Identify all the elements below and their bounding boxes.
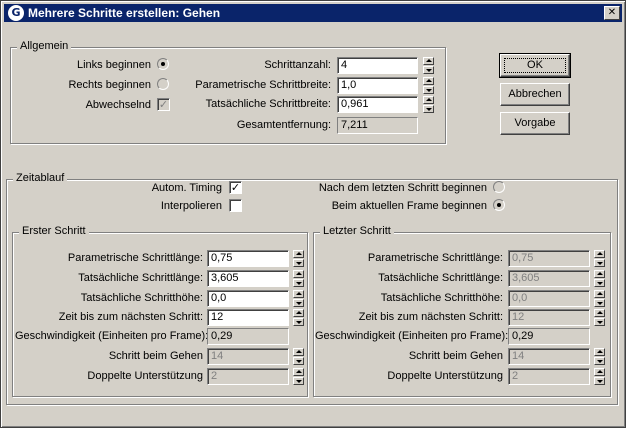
erster-row-spinner[interactable] bbox=[293, 270, 304, 287]
letzter-row-input[interactable]: 2 bbox=[508, 368, 590, 385]
erster-row-label: Doppelte Unterstützung bbox=[87, 370, 203, 382]
erster-row-input[interactable]: 0,75 bbox=[207, 250, 289, 267]
letzter-row-spinner[interactable] bbox=[594, 290, 605, 307]
erster-row-label: Schritt beim Gehen bbox=[108, 350, 203, 362]
title-bar[interactable]: G Mehrere Schritte erstellen: Gehen ✕ bbox=[4, 4, 622, 22]
interpolieren-checkbox[interactable] bbox=[229, 199, 242, 212]
app-icon: G bbox=[8, 5, 24, 21]
erster-row-spinner[interactable] bbox=[293, 368, 304, 385]
param-breite-label: Parametrische Schrittbreite: bbox=[195, 79, 331, 91]
close-icon: ✕ bbox=[607, 7, 617, 18]
schrittanzahl-input[interactable]: 4 bbox=[337, 57, 418, 74]
tats-breite-input[interactable]: 0,961 bbox=[337, 96, 418, 113]
letzter-row-input[interactable]: 14 bbox=[508, 348, 590, 365]
erster-row-input[interactable]: 14 bbox=[207, 348, 289, 365]
erster-row-label: Zeit bis zum nächsten Schritt: bbox=[58, 311, 203, 323]
letzter-row-label: Tatsächliche Schrittlänge: bbox=[378, 272, 503, 284]
tats-breite-label: Tatsächliche Schrittbreite: bbox=[205, 98, 331, 110]
letzter-row-spinner[interactable] bbox=[594, 309, 605, 326]
erster-row-spinner[interactable] bbox=[293, 309, 304, 326]
erster-row-spinner[interactable] bbox=[293, 348, 304, 365]
abbrechen-button[interactable]: Abbrechen bbox=[500, 83, 570, 106]
abwechselnd-label: Abwechselnd bbox=[85, 99, 151, 111]
auto-timing-label: Autom. Timing bbox=[151, 182, 222, 194]
abwechselnd-checkbox[interactable]: ✓ bbox=[157, 98, 170, 111]
gesamtentfernung-value: 7,211 bbox=[337, 117, 418, 134]
letzter-row-label: Doppelte Unterstützung bbox=[387, 370, 503, 382]
erster-row-label: Geschwindigkeit (Einheiten pro Frame): bbox=[15, 330, 209, 342]
nach-letzten-radio[interactable] bbox=[493, 181, 505, 193]
letzter-row-label: Geschwindigkeit (Einheiten pro Frame): bbox=[315, 330, 509, 342]
letzter-row-label: Parametrische Schrittlänge: bbox=[367, 252, 503, 264]
letzter-geschwindigkeit-value: 0,29 bbox=[508, 328, 590, 345]
erster-row-spinner[interactable] bbox=[293, 290, 304, 307]
erster-geschwindigkeit-value: 0,29 bbox=[207, 328, 289, 345]
gesamtentfernung-label: Gesamtentfernung: bbox=[236, 119, 331, 131]
erster-row-input[interactable]: 12 bbox=[207, 309, 289, 326]
close-button[interactable]: ✕ bbox=[604, 6, 620, 20]
links-beginnen-label: Links beginnen bbox=[76, 59, 151, 71]
erster-row-input[interactable]: 0,0 bbox=[207, 290, 289, 307]
rechts-beginnen-radio[interactable] bbox=[157, 78, 169, 90]
auto-timing-checkbox[interactable]: ✓ bbox=[229, 181, 242, 194]
allgemein-group-label: Allgemein bbox=[17, 40, 72, 52]
aktuellen-frame-radio[interactable] bbox=[493, 199, 505, 211]
dialog-window: G Mehrere Schritte erstellen: Gehen ✕ Al… bbox=[0, 0, 626, 428]
erster-schritt-label: Erster Schritt bbox=[19, 225, 89, 237]
vorgabe-button[interactable]: Vorgabe bbox=[500, 112, 570, 135]
letzter-schritt-label: Letzter Schritt bbox=[320, 225, 394, 237]
erster-row-label: Tatsächliche Schritthöhe: bbox=[80, 292, 203, 304]
erster-row-label: Parametrische Schrittlänge: bbox=[67, 252, 203, 264]
letzter-row-input[interactable]: 0,0 bbox=[508, 290, 590, 307]
letzter-row-label: Tatsächliche Schritthöhe: bbox=[380, 292, 503, 304]
interpolieren-label: Interpolieren bbox=[160, 200, 222, 212]
erster-row-input[interactable]: 2 bbox=[207, 368, 289, 385]
zeitablauf-group-label: Zeitablauf bbox=[13, 172, 68, 184]
links-beginnen-radio[interactable] bbox=[157, 58, 169, 70]
letzter-row-input[interactable]: 12 bbox=[508, 309, 590, 326]
window-title: Mehrere Schritte erstellen: Gehen bbox=[28, 6, 221, 20]
letzter-row-spinner[interactable] bbox=[594, 270, 605, 287]
tats-breite-spinner[interactable] bbox=[423, 96, 434, 113]
ok-button[interactable]: OK bbox=[499, 53, 571, 78]
erster-row-spinner[interactable] bbox=[293, 250, 304, 267]
letzter-row-spinner[interactable] bbox=[594, 250, 605, 267]
letzter-row-input[interactable]: 3,605 bbox=[508, 270, 590, 287]
param-breite-spinner[interactable] bbox=[423, 77, 434, 94]
letzter-row-spinner[interactable] bbox=[594, 348, 605, 365]
schrittanzahl-label: Schrittanzahl: bbox=[264, 59, 331, 71]
erster-row-label: Tatsächliche Schrittlänge: bbox=[78, 272, 203, 284]
letzter-row-label: Zeit bis zum nächsten Schritt: bbox=[358, 311, 503, 323]
erster-row-input[interactable]: 3,605 bbox=[207, 270, 289, 287]
nach-letzten-label: Nach dem letzten Schritt beginnen bbox=[318, 182, 487, 194]
letzter-row-spinner[interactable] bbox=[594, 368, 605, 385]
aktuellen-frame-label: Beim aktuellen Frame beginnen bbox=[331, 200, 487, 212]
letzter-row-label: Schritt beim Gehen bbox=[408, 350, 503, 362]
rechts-beginnen-label: Rechts beginnen bbox=[68, 79, 151, 91]
letzter-row-input[interactable]: 0,75 bbox=[508, 250, 590, 267]
param-breite-input[interactable]: 1,0 bbox=[337, 77, 418, 94]
schrittanzahl-spinner[interactable] bbox=[423, 57, 434, 74]
